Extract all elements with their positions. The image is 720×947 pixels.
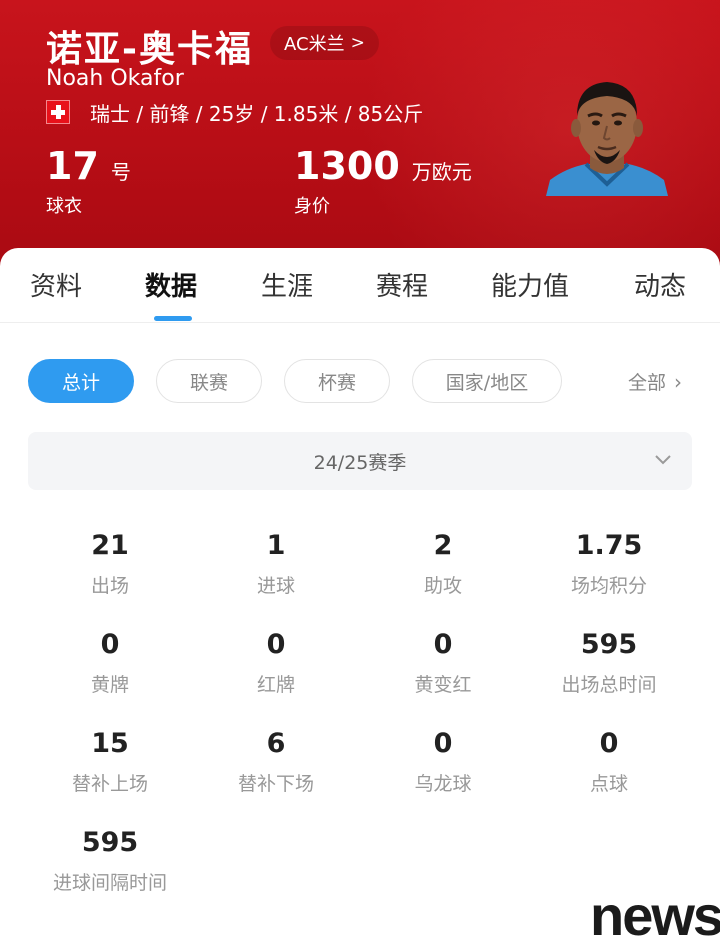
- filter-chip-total[interactable]: 总计: [28, 359, 134, 403]
- stat-label: 场均积分: [570, 575, 647, 597]
- stat-label: 乌龙球: [414, 773, 472, 795]
- club-name: AC米兰: [284, 34, 345, 55]
- player-info-row: 瑞士 / 前锋 / 25岁 / 1.85米 / 85公斤: [46, 98, 423, 126]
- all-filters-button[interactable]: 全部 ›: [628, 368, 682, 395]
- market-value-number: 1300: [294, 144, 400, 188]
- jersey-value: 17: [46, 144, 99, 188]
- stat-label: 替补上场: [71, 773, 148, 795]
- stat-value: 21: [91, 530, 129, 561]
- stat-cell: 0 乌龙球: [360, 728, 526, 796]
- content-sheet: 资料 数据 生涯 赛程 能力值 动态 总计 联赛 杯赛 国家/地区 全部 › 2…: [0, 248, 720, 944]
- stat-label: 黄牌: [90, 674, 129, 696]
- stat-value: 2: [433, 530, 453, 561]
- stat-value: 1.75: [575, 530, 643, 561]
- stat-cell: 0 黄牌: [27, 629, 193, 697]
- stat-label: 助攻: [423, 575, 462, 597]
- jersey-unit: 号: [110, 160, 131, 184]
- jersey-number: 17 号: [46, 144, 131, 188]
- chevron-down-icon: [655, 455, 671, 465]
- stat-label: 进球间隔时间: [52, 872, 167, 894]
- stat-value: 0: [433, 728, 453, 759]
- stat-cell: 595 出场总时间: [526, 629, 692, 697]
- stat-value: 595: [81, 827, 139, 858]
- stat-label: 黄变红: [414, 674, 472, 696]
- stat-label: 点球: [589, 773, 628, 795]
- tab-bar: 资料 数据 生涯 赛程 能力值 动态: [0, 248, 720, 323]
- tab-schedule[interactable]: 赛程: [376, 266, 428, 303]
- stat-cell: 1.75 场均积分: [526, 530, 692, 598]
- player-name-en: Noah Okafor: [46, 66, 184, 91]
- stat-cell: 0 黄变红: [360, 629, 526, 697]
- stat-cell: 595 进球间隔时间: [27, 827, 193, 895]
- tab-stats[interactable]: 数据: [145, 266, 197, 303]
- stat-label: 出场: [90, 575, 129, 597]
- stat-value: 0: [266, 629, 286, 660]
- stat-cell: 1 进球: [193, 530, 359, 598]
- tab-profile[interactable]: 资料: [30, 266, 82, 303]
- all-filters-label: 全部: [628, 372, 667, 394]
- player-name-cn: 诺亚-奥卡福: [46, 29, 253, 70]
- stat-cell: 0 点球: [526, 728, 692, 796]
- stat-label: 出场总时间: [561, 674, 657, 696]
- stat-value: 15: [91, 728, 129, 759]
- filter-chip-national[interactable]: 国家/地区: [412, 359, 562, 403]
- stat-value: 0: [599, 728, 619, 759]
- market-value-unit: 万欧元: [411, 160, 472, 184]
- player-header: 诺亚-奥卡福 AC米兰 > Noah Okafor 瑞士 / 前锋 / 25岁 …: [0, 0, 720, 280]
- news-watermark: news: [590, 884, 720, 947]
- player-photo: [546, 72, 668, 196]
- market-value: 1300 万欧元: [294, 144, 472, 188]
- stat-cell: 0 红牌: [193, 629, 359, 697]
- stat-label: 替补下场: [237, 773, 314, 795]
- stat-value: 595: [580, 629, 638, 660]
- market-value-caption: 身价: [294, 196, 330, 217]
- player-info: 瑞士 / 前锋 / 25岁 / 1.85米 / 85公斤: [90, 101, 424, 126]
- stat-cell: 6 替补下场: [193, 728, 359, 796]
- stat-cell: 15 替补上场: [27, 728, 193, 796]
- stat-label: 红牌: [256, 674, 295, 696]
- chevron-right-icon: >: [350, 33, 365, 53]
- filter-chip-league[interactable]: 联赛: [156, 359, 262, 403]
- tab-career[interactable]: 生涯: [261, 266, 313, 303]
- switzerland-flag-icon: [46, 100, 70, 124]
- stat-value: 6: [266, 728, 286, 759]
- tab-ability[interactable]: 能力值: [491, 266, 569, 303]
- stat-value: 0: [433, 629, 453, 660]
- club-link[interactable]: AC米兰 >: [270, 26, 379, 60]
- season-label: 24/25赛季: [313, 452, 407, 474]
- jersey-caption: 球衣: [46, 196, 82, 217]
- stat-value: 1: [266, 530, 286, 561]
- stat-cell: 21 出场: [27, 530, 193, 598]
- stat-value: 0: [100, 629, 120, 660]
- stat-cell: 2 助攻: [360, 530, 526, 598]
- active-tab-indicator: [154, 316, 192, 321]
- filter-chip-cup[interactable]: 杯赛: [284, 359, 390, 403]
- chevron-right-icon: ›: [674, 369, 683, 394]
- player-portrait-icon: [546, 82, 668, 196]
- stat-label: 进球: [256, 575, 295, 597]
- season-selector[interactable]: 24/25赛季: [28, 432, 692, 490]
- tab-news[interactable]: 动态: [634, 266, 686, 303]
